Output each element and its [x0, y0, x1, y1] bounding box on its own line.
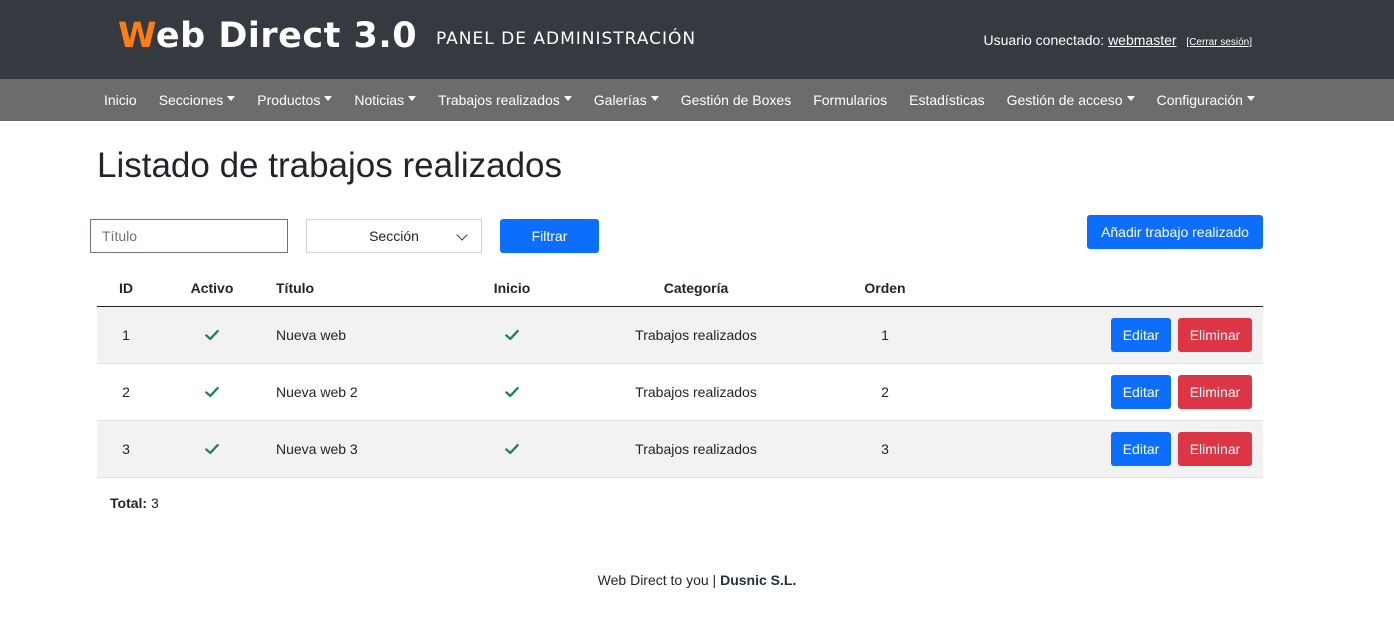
works-table: ID Activo Título Inicio Categoría Orden …	[97, 270, 1263, 478]
table-header: ID Activo Título Inicio Categoría Orden	[97, 270, 1263, 307]
filter-button[interactable]: Filtrar	[500, 219, 599, 253]
caret-down-icon	[650, 95, 659, 101]
footer-company[interactable]: Dusnic S.L.	[720, 572, 796, 588]
cell-category: Trabajos realizados	[635, 384, 757, 400]
username-link[interactable]: webmaster	[1108, 32, 1176, 48]
header-title[interactable]: Título	[276, 280, 314, 296]
cell-category: Trabajos realizados	[635, 441, 757, 457]
total-label: Total:	[110, 495, 148, 511]
nav-item-formularios[interactable]: Formularios	[802, 92, 898, 108]
section-select-value: Sección	[369, 228, 419, 244]
add-work-button[interactable]: Añadir trabajo realizado	[1087, 215, 1263, 249]
cell-order: 3	[881, 441, 889, 457]
nav-item-noticias[interactable]: Noticias	[343, 92, 427, 108]
nav-item-label: Inicio	[104, 92, 137, 108]
nav-item-label: Estadísticas	[909, 92, 985, 108]
cell-title: Nueva web 2	[276, 384, 358, 400]
home-check-icon	[505, 328, 519, 341]
edit-button[interactable]: Editar	[1111, 432, 1171, 466]
nav-item-label: Formularios	[813, 92, 888, 108]
top-header: Web Direct 3.0 PANEL DE ADMINISTRACIÓN U…	[0, 0, 1394, 79]
cell-id: 1	[122, 327, 130, 343]
nav-item-galer-as[interactable]: Galerías	[583, 92, 670, 108]
nav-item-gesti-n-de-acceso[interactable]: Gestión de acceso	[996, 92, 1146, 108]
caret-down-icon	[324, 95, 333, 101]
cell-title: Nueva web	[276, 327, 347, 343]
header-category[interactable]: Categoría	[664, 280, 729, 296]
logo-text: eb Direct 3.0	[155, 16, 418, 56]
nav-item-inicio[interactable]: Inicio	[93, 92, 148, 108]
table-row: 3 Nueva web 3 Trabajos realizados 3 Editar El…	[97, 421, 1263, 478]
nav-item-label: Gestión de acceso	[1006, 92, 1123, 108]
nav-list: Inicio Secciones Productos Noticias Trabajos…	[93, 79, 1266, 121]
nav-item-trabajos-realizados[interactable]: Trabajos realizados	[427, 92, 583, 108]
total-count: Total: 3	[110, 495, 159, 511]
nav-item-label: Productos	[257, 92, 321, 108]
delete-button[interactable]: Eliminar	[1178, 432, 1252, 466]
active-check-icon	[205, 442, 219, 455]
header-id[interactable]: ID	[119, 280, 133, 296]
delete-button[interactable]: Eliminar	[1178, 375, 1252, 409]
caret-down-icon	[563, 95, 572, 101]
logout-link[interactable]: [Cerrar sesión]	[1186, 37, 1252, 48]
table-row: 2 Nueva web 2 Trabajos realizados 2 Editar El…	[97, 364, 1263, 421]
cell-order: 1	[881, 327, 889, 343]
edit-button[interactable]: Editar	[1111, 375, 1171, 409]
footer-text: Web Direct to you |	[597, 572, 717, 588]
active-check-icon	[205, 385, 219, 398]
nav-item-label: Secciones	[158, 92, 224, 108]
app-logo[interactable]: Web Direct 3.0	[118, 16, 417, 56]
cell-id: 2	[122, 384, 130, 400]
nav-item-secciones[interactable]: Secciones	[148, 92, 247, 108]
edit-button[interactable]: Editar	[1111, 318, 1171, 352]
home-check-icon	[505, 385, 519, 398]
user-area: Usuario conectado: webmaster [Cerrar ses…	[984, 32, 1252, 48]
total-value: 3	[150, 495, 159, 511]
delete-button[interactable]: Eliminar	[1178, 318, 1252, 352]
logo-accent-letter: W	[118, 16, 156, 56]
table-row: 1 Nueva web Trabajos realizados 1 Editar Elim…	[97, 307, 1263, 364]
nav-item-gesti-n-de-boxes[interactable]: Gestión de Boxes	[670, 92, 803, 108]
nav-item-configuraci-n[interactable]: Configuración	[1146, 92, 1266, 108]
chevron-down-icon	[456, 229, 468, 241]
table-body: 1 Nueva web Trabajos realizados 1 Editar Elim…	[97, 307, 1263, 478]
title-filter-input[interactable]	[90, 219, 288, 253]
nav-item-label: Noticias	[354, 92, 405, 108]
nav-item-label: Configuración	[1156, 92, 1243, 108]
main-nav: Inicio Secciones Productos Noticias Trabajos…	[0, 79, 1394, 121]
header-active[interactable]: Activo	[191, 280, 234, 296]
home-check-icon	[505, 442, 519, 455]
nav-item-label: Gestión de Boxes	[680, 92, 792, 108]
cell-category: Trabajos realizados	[635, 327, 757, 343]
footer: Web Direct to you | Dusnic S.L.	[0, 572, 1394, 588]
panel-label: PANEL DE ADMINISTRACIÓN	[436, 29, 697, 49]
nav-item-label: Galerías	[593, 92, 647, 108]
user-label: Usuario conectado:	[983, 32, 1105, 48]
nav-item-label: Trabajos realizados	[438, 92, 560, 108]
caret-down-icon	[408, 95, 417, 101]
cell-order: 2	[881, 384, 889, 400]
active-check-icon	[205, 328, 219, 341]
caret-down-icon	[227, 95, 236, 101]
header-home[interactable]: Inicio	[494, 280, 531, 296]
caret-down-icon	[1246, 95, 1255, 101]
nav-item-estad-sticas[interactable]: Estadísticas	[898, 92, 995, 108]
nav-item-productos[interactable]: Productos	[246, 92, 343, 108]
caret-down-icon	[1126, 95, 1135, 101]
cell-title: Nueva web 3	[276, 441, 358, 457]
page-title: Listado de trabajos realizados	[97, 146, 563, 185]
cell-id: 3	[122, 441, 130, 457]
header-order[interactable]: Orden	[864, 280, 905, 296]
section-select[interactable]: Sección	[306, 219, 482, 253]
